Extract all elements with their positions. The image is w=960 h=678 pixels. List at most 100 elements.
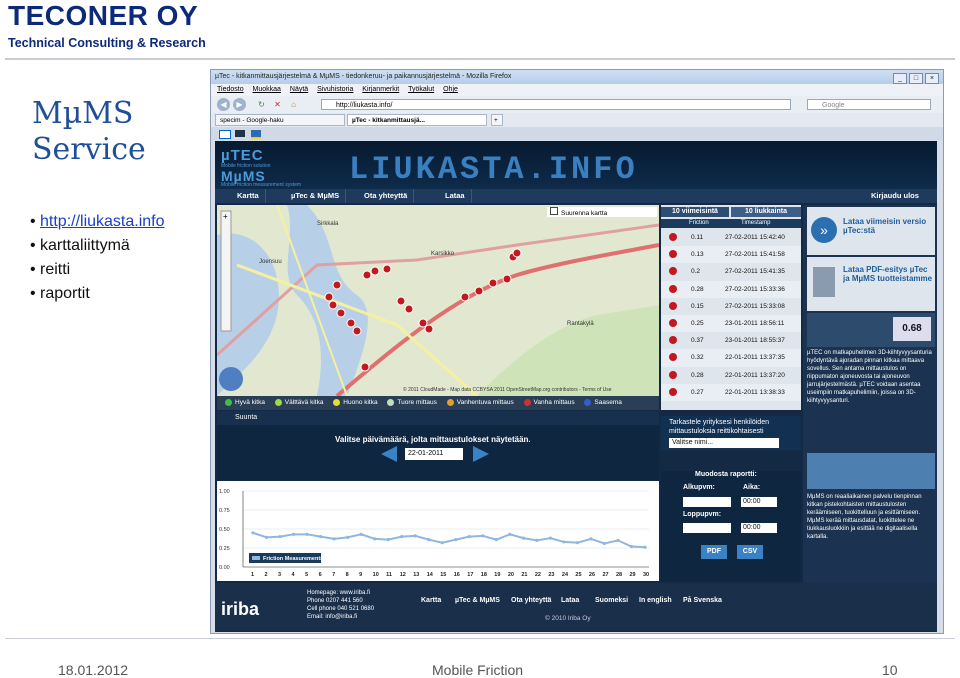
download-pdf-banner[interactable]: Lataa PDF-esitys µTec ja MµMS tuotteista… — [807, 257, 935, 311]
x-tick-label: 29 — [629, 572, 635, 578]
table-row[interactable]: 0.32 22-01-2011 13:37:35 — [661, 349, 801, 367]
tab-latest[interactable]: 10 viimeisintä — [661, 207, 729, 217]
csv-button[interactable]: CSV — [737, 545, 763, 559]
map-pin-icon[interactable] — [669, 284, 677, 293]
brand-tagline: Technical Consulting & Research — [8, 36, 206, 50]
menu-item[interactable]: Näytä — [290, 86, 308, 93]
date-input[interactable]: 22-01-2011 — [405, 448, 463, 460]
report-end-input[interactable] — [683, 523, 731, 533]
stop-icon[interactable]: ✕ — [271, 98, 284, 111]
map-pin-icon[interactable] — [669, 267, 677, 276]
table-row[interactable]: 0.11 27-02-2011 15:42:40 — [661, 229, 801, 247]
table-row[interactable]: 0.28 22-01-2011 13:37:20 — [661, 366, 801, 384]
map-pin-icon[interactable] — [669, 387, 677, 396]
zoom-slider[interactable] — [220, 210, 232, 332]
tab-slipperiest[interactable]: 10 liukkainta — [731, 207, 801, 217]
data-point — [562, 540, 566, 544]
map-view[interactable]: Joensuu Karsikko Sirkkala Rantakylä + © … — [217, 205, 659, 396]
enlarge-map-checkbox[interactable]: Suurenna kartta — [547, 207, 657, 217]
footer-link[interactable]: Kartta — [421, 597, 441, 604]
menu-item[interactable]: Tiedosto — [217, 86, 244, 93]
map-pin-icon[interactable] — [669, 233, 677, 241]
map-pan-control[interactable] — [219, 367, 243, 391]
bullet-text: karttaliittymä — [40, 237, 130, 254]
bullet-text: reitti — [40, 261, 71, 278]
pdf-button[interactable]: PDF — [701, 545, 727, 559]
table-row[interactable]: 0.37 23-01-2011 18:55:37 — [661, 332, 801, 350]
map-pin-icon[interactable] — [669, 353, 677, 362]
english-flag-icon[interactable] — [235, 130, 245, 137]
x-tick-label: 11 — [386, 572, 392, 578]
timestamp-value: 22-01-2011 13:38:33 — [725, 388, 785, 396]
legend-dot-icon — [584, 398, 592, 406]
bullet-link[interactable]: http://liukasta.info — [40, 213, 165, 230]
footer-link[interactable]: På Svenska — [683, 597, 722, 604]
search-input[interactable]: Google — [807, 99, 931, 110]
friction-chart-svg: 1.000.750.500.250.001 2 3 4 5 6 7 8 9 10 11 12 13 14 1… — [217, 481, 659, 581]
prev-date-icon[interactable] — [381, 446, 397, 462]
chart-background — [217, 481, 659, 581]
bullet-item[interactable]: • http://liukasta.info — [30, 210, 165, 234]
menu-item[interactable]: Ohje — [443, 86, 458, 93]
finnish-flag-icon[interactable] — [219, 130, 231, 139]
table-row[interactable]: 0.2 27-02-2011 15:41:35 — [661, 263, 801, 281]
menu-item[interactable]: Sivuhistoria — [317, 86, 353, 93]
reload-icon[interactable]: ↻ — [255, 98, 268, 111]
zoom-in-icon[interactable]: + — [223, 212, 228, 221]
map-pin-icon[interactable] — [669, 370, 677, 379]
swedish-flag-icon[interactable] — [251, 130, 261, 139]
new-tab-button[interactable]: + — [491, 114, 503, 126]
data-point — [494, 538, 498, 542]
map-pin-icon[interactable] — [669, 301, 677, 310]
table-row[interactable]: 0.25 23-01-2011 18:56:11 — [661, 315, 801, 333]
menu-item[interactable]: Muokkaa — [253, 86, 281, 93]
x-tick-label: 5 — [305, 572, 308, 578]
menu-item[interactable]: Työkalut — [408, 86, 434, 93]
maximize-icon[interactable]: □ — [909, 73, 923, 84]
nav-kartta[interactable]: Kartta — [231, 189, 266, 203]
home-icon[interactable]: ⌂ — [287, 98, 300, 111]
table-row[interactable]: 0.28 27-02-2011 15:33:36 — [661, 280, 801, 298]
x-tick-label: 24 — [562, 572, 569, 578]
data-point — [278, 535, 282, 539]
footer-link[interactable]: Suomeksi — [595, 597, 628, 604]
download-latest-banner[interactable]: » Lataa viimeisin versio µTec:stä — [807, 207, 935, 255]
map-pin-icon[interactable] — [669, 336, 677, 345]
browser-tab[interactable]: specim - Google-haku — [215, 114, 345, 126]
address-bar[interactable]: http://liukasta.info/ — [321, 99, 791, 110]
table-row[interactable]: 0.15 27-02-2011 15:33:08 — [661, 297, 801, 315]
footer-copyright: © 2010 Iriba Oy — [545, 615, 591, 622]
checkbox-label: Suurenna kartta — [561, 210, 608, 217]
back-icon[interactable]: ◀ — [217, 98, 230, 111]
nav-contact[interactable]: Ota yhteyttä — [358, 189, 415, 203]
report-end-time[interactable]: 00:00 — [741, 523, 777, 533]
person-select[interactable]: Valitse nimi... — [669, 438, 779, 448]
nav-download[interactable]: Lataa — [439, 189, 472, 203]
report-start-input[interactable] — [683, 497, 731, 507]
checkbox-icon[interactable] — [550, 207, 558, 215]
map-canvas[interactable]: Joensuu Karsikko Sirkkala Rantakylä + © … — [217, 205, 659, 396]
footer-link[interactable]: µTec & MµMS — [455, 597, 500, 604]
direction-toggle[interactable]: Suunta — [217, 411, 659, 425]
map-legend: Hyvä kitka Välttävä kitka Huono kitka Tu… — [217, 396, 659, 410]
report-start-time[interactable]: 00:00 — [741, 497, 777, 507]
footer-link[interactable]: In english — [639, 597, 672, 604]
close-icon[interactable]: × — [925, 73, 939, 84]
logout-link[interactable]: Kirjaudu ulos — [865, 189, 925, 203]
table-row[interactable]: 0.27 22-01-2011 13:38:33 — [661, 383, 801, 401]
bullet-item: • reitti — [30, 261, 71, 278]
browser-tab-active[interactable]: µTec - kitkanmittausjä... — [347, 114, 487, 126]
next-date-icon[interactable] — [473, 446, 489, 462]
data-point — [481, 534, 485, 538]
nav-utec-mums[interactable]: µTec & MµMS — [285, 189, 347, 203]
minimize-icon[interactable]: _ — [893, 73, 907, 84]
map-pin-icon[interactable] — [669, 250, 677, 259]
forward-icon[interactable]: ▶ — [233, 98, 246, 111]
footer-link[interactable]: Ota yhteyttä — [511, 597, 551, 604]
footer-link[interactable]: Lataa — [561, 597, 579, 604]
map-pin-icon[interactable] — [669, 319, 677, 327]
menu-item[interactable]: Kirjanmerkit — [362, 86, 399, 93]
legend-item: Huono kitka — [333, 398, 378, 406]
data-point — [386, 538, 390, 542]
table-row[interactable]: 0.13 27-02-2011 15:41:58 — [661, 246, 801, 264]
